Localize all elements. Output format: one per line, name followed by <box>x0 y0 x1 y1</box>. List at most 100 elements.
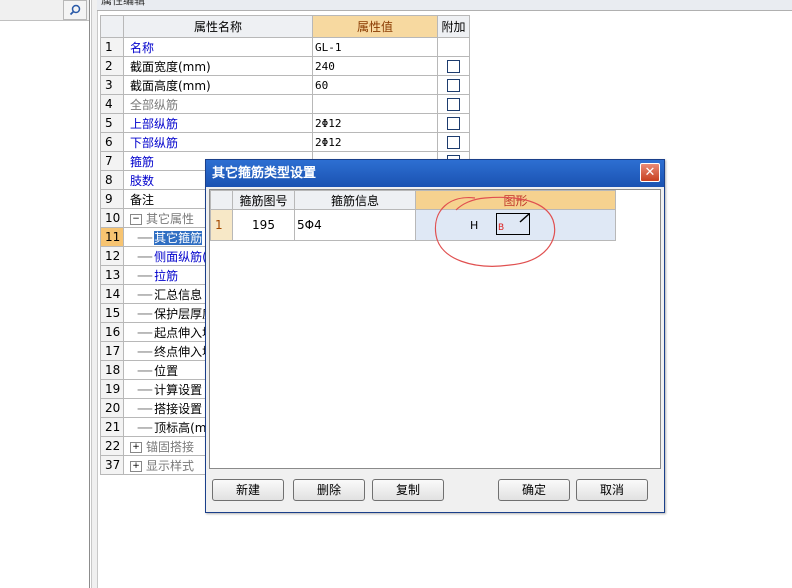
row-number: 22 <box>100 436 124 456</box>
tree-line-icon: ── <box>130 420 153 435</box>
stirrup-no-cell[interactable]: 195 <box>232 209 295 241</box>
row-number: 37 <box>100 455 124 475</box>
table-row[interactable]: 1 名称 GL-1 <box>100 37 470 57</box>
expand-icon[interactable]: + <box>130 460 142 472</box>
expand-icon[interactable]: + <box>130 441 142 453</box>
property-label: 名称 <box>130 40 155 55</box>
property-label: 汇总信息 <box>154 287 203 302</box>
row-number: 20 <box>100 398 124 418</box>
search-button[interactable] <box>63 0 87 20</box>
row-number: 18 <box>100 360 124 380</box>
tree-line-icon: ── <box>130 287 153 302</box>
row-number: 5 <box>100 113 124 133</box>
other-stirrup-dialog: 其它箍筋类型设置 ✕ 箍筋图号 箍筋信息 图形 1 195 5Φ4 H B 新建… <box>205 159 665 513</box>
value-column-header: 属性值 <box>312 15 438 38</box>
close-button[interactable]: ✕ <box>640 163 660 182</box>
shape-cell[interactable]: H B <box>415 209 616 241</box>
table-row[interactable]: 2 截面宽度(mm) 240 <box>100 56 470 76</box>
property-value[interactable]: GL-1 <box>312 37 438 57</box>
property-value[interactable]: 240 <box>312 56 438 76</box>
property-value[interactable] <box>312 94 438 114</box>
tree-line-icon: ── <box>130 230 153 245</box>
row-number: 11 <box>100 227 124 247</box>
table-row[interactable]: 6 下部纵筋 2Φ12 <box>100 132 470 152</box>
search-icon <box>69 4 81 16</box>
row-number: 1 <box>210 209 233 241</box>
attach-checkbox[interactable] <box>447 117 460 130</box>
row-number: 17 <box>100 341 124 361</box>
row-number: 15 <box>100 303 124 323</box>
row-number: 9 <box>100 189 124 209</box>
stirrup-info-cell[interactable]: 5Φ4 <box>294 209 416 241</box>
property-label: 全部纵筋 <box>130 97 179 112</box>
extra-column-header: 附加 <box>437 15 470 38</box>
property-label: 拉筋 <box>154 268 179 283</box>
table-row[interactable]: 1 195 5Φ4 H B <box>210 209 616 241</box>
copy-button[interactable]: 复制 <box>372 479 444 501</box>
ok-button[interactable]: 确定 <box>498 479 570 501</box>
table-row[interactable]: 4 全部纵筋 <box>100 94 470 114</box>
extra-cell <box>437 56 470 76</box>
extra-cell <box>437 75 470 95</box>
row-number: 14 <box>100 284 124 304</box>
table-row[interactable]: 5 上部纵筋 2Φ12 <box>100 113 470 133</box>
row-number: 21 <box>100 417 124 437</box>
property-label: 肢数 <box>130 173 155 188</box>
property-label: 其它属性 <box>146 211 195 226</box>
row-number: 6 <box>100 132 124 152</box>
row-number-header <box>100 15 124 38</box>
row-number: 8 <box>100 170 124 190</box>
tree-line-icon: ── <box>130 382 153 397</box>
attach-checkbox[interactable] <box>447 98 460 111</box>
new-button[interactable]: 新建 <box>212 479 284 501</box>
row-number: 16 <box>100 322 124 342</box>
property-label: 箍筋 <box>130 154 155 169</box>
dialog-title: 其它箍筋类型设置 <box>206 160 664 187</box>
property-name[interactable]: 截面宽度(mm) <box>123 56 313 76</box>
name-column-header: 属性名称 <box>123 15 313 38</box>
cancel-button[interactable]: 取消 <box>576 479 648 501</box>
row-number: 1 <box>100 37 124 57</box>
property-label: 其它箍筋 <box>154 230 203 245</box>
property-name[interactable]: 下部纵筋 <box>123 132 313 152</box>
property-label: 计算设置 <box>154 382 203 397</box>
row-number: 13 <box>100 265 124 285</box>
row-number: 12 <box>100 246 124 266</box>
stirrup-grid: 箍筋图号 箍筋信息 图形 1 195 5Φ4 H B <box>209 189 661 469</box>
attach-checkbox[interactable] <box>447 60 460 73</box>
property-label: 顶标高(m) <box>154 420 212 435</box>
property-value[interactable]: 2Φ12 <box>312 132 438 152</box>
property-name[interactable]: 全部纵筋 <box>123 94 313 114</box>
table-row[interactable]: 3 截面高度(mm) 60 <box>100 75 470 95</box>
property-name[interactable]: 上部纵筋 <box>123 113 313 133</box>
tree-line-icon: ── <box>130 344 153 359</box>
property-label: 截面高度(mm) <box>130 78 211 93</box>
property-label: 位置 <box>154 363 179 378</box>
stirrup-table: 箍筋图号 箍筋信息 图形 1 195 5Φ4 H B <box>210 190 616 241</box>
delete-button[interactable]: 删除 <box>293 479 365 501</box>
property-value[interactable]: 60 <box>312 75 438 95</box>
property-name[interactable]: 截面高度(mm) <box>123 75 313 95</box>
property-label: 下部纵筋 <box>130 135 179 150</box>
shape-b-label: B <box>498 223 505 233</box>
shape-h-label: H <box>470 219 479 232</box>
stirrup-info-header: 箍筋信息 <box>294 190 416 210</box>
collapse-icon[interactable]: − <box>130 213 142 225</box>
search-bar <box>0 0 89 21</box>
extra-cell <box>437 94 470 114</box>
row-number: 19 <box>100 379 124 399</box>
property-label: 截面宽度(mm) <box>130 59 211 74</box>
splitter[interactable] <box>91 0 98 588</box>
property-value[interactable]: 2Φ12 <box>312 113 438 133</box>
property-label: 备注 <box>130 192 155 207</box>
grid-corner <box>210 190 233 210</box>
stirrup-no-header: 箍筋图号 <box>232 190 295 210</box>
property-name[interactable]: 名称 <box>123 37 313 57</box>
shape-header: 图形 <box>415 190 616 210</box>
tree-line-icon: ── <box>130 401 153 416</box>
row-number: 2 <box>100 56 124 76</box>
property-label: 显示样式 <box>146 458 195 473</box>
attach-checkbox[interactable] <box>447 136 460 149</box>
attach-checkbox[interactable] <box>447 79 460 92</box>
property-label: 侧面纵筋( <box>154 249 207 264</box>
